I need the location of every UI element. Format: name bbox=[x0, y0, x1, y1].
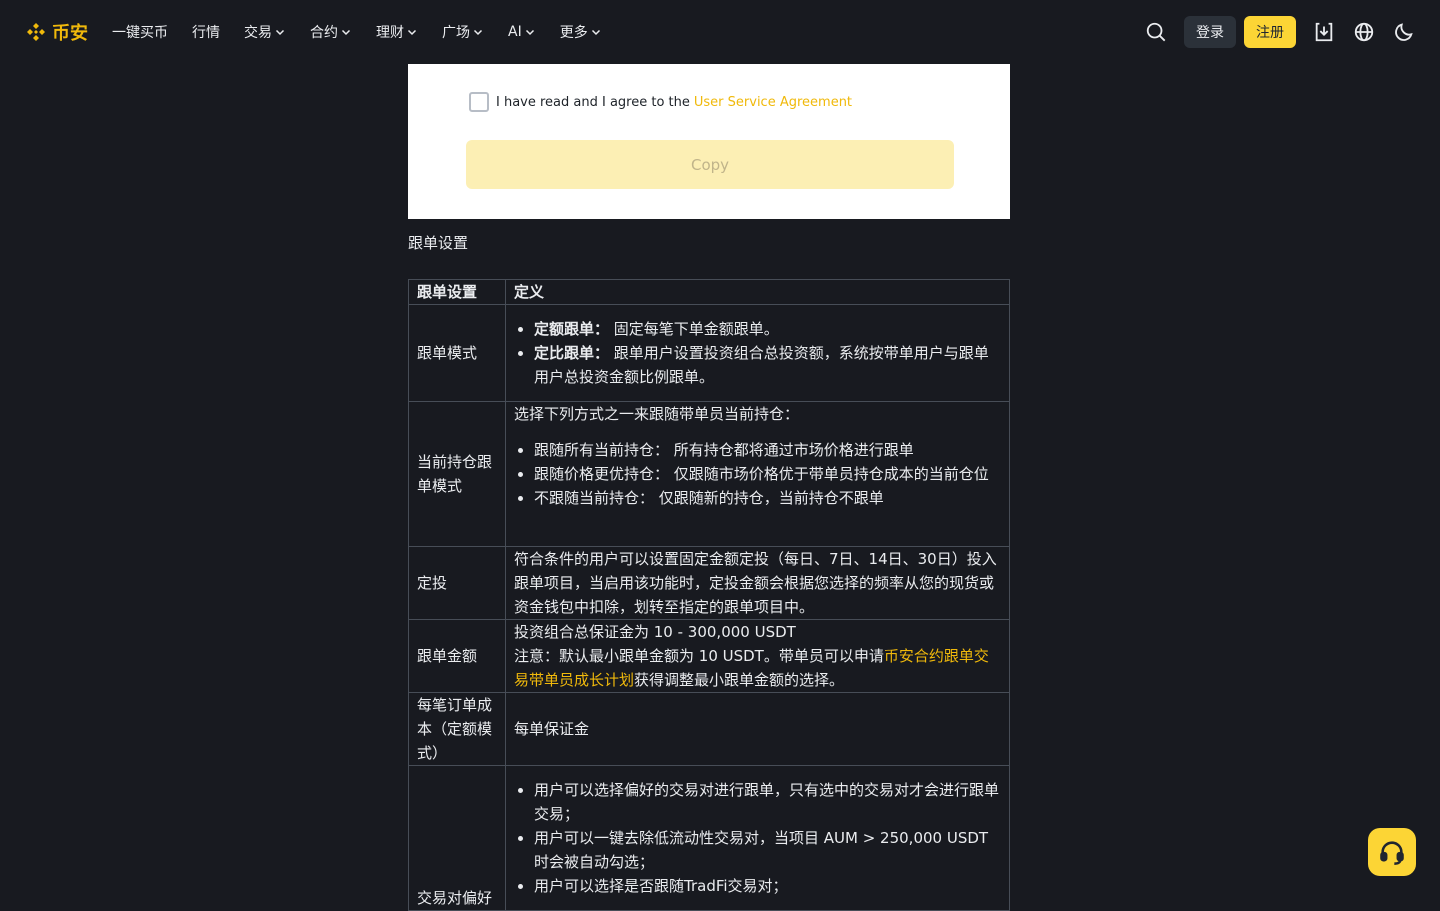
top-nav: 币安 一键买币 行情 交易 合约 理财 广场 AI 更多 登录 注册 bbox=[0, 0, 1440, 64]
table-row: 每笔订单成本（定额模式） 每单保证金 bbox=[408, 692, 1010, 766]
nav-item-5[interactable]: 广场 bbox=[442, 22, 484, 42]
nav-item-6[interactable]: AI bbox=[508, 24, 536, 40]
list-item: 用户可以选择是否跟随TradFi交易对； bbox=[534, 874, 1001, 898]
nav-item-label: 行情 bbox=[192, 25, 220, 41]
row-definition: 每单保证金 bbox=[505, 692, 1010, 766]
dark-mode-moon-icon[interactable] bbox=[1392, 20, 1416, 44]
chevron-down-icon bbox=[275, 29, 285, 36]
row-name: 跟单模式 bbox=[408, 304, 506, 402]
row-name: 每笔订单成本（定额模式） bbox=[408, 692, 506, 766]
row-definition: 选择下列方式之一来跟随带单员当前持仓： 跟随所有当前持仓： 所有持仓都将通过市场… bbox=[505, 401, 1010, 547]
list-item: 定比跟单： 跟单用户设置投资组合总投资额，系统按带单用户与跟单用户总投资金额比例… bbox=[534, 341, 1001, 389]
list-item: 不跟随当前持仓： 仅跟随新的持仓，当前持仓不跟单 bbox=[534, 486, 1001, 510]
row-name: 当前持仓跟单模式 bbox=[408, 401, 506, 547]
header-definition: 定义 bbox=[505, 279, 1010, 305]
nav-item-label: 合约 bbox=[310, 25, 338, 41]
row-intro: 选择下列方式之一来跟随带单员当前持仓： bbox=[514, 405, 800, 423]
nav-item-2[interactable]: 交易 bbox=[244, 22, 286, 42]
table-row: 跟单金额 投资组合总保证金为 10 - 300,000 USDT 注意：默认最小… bbox=[408, 619, 1010, 693]
row-definition: 符合条件的用户可以设置固定金额定投（每日、7日、14日、30日）投入跟单项目，当… bbox=[505, 546, 1010, 620]
list-item: 定额跟单： 固定每笔下单金额跟单。 bbox=[534, 317, 1001, 341]
table-header-row: 跟单设置 定义 bbox=[408, 279, 1010, 305]
nav-item-3[interactable]: 合约 bbox=[310, 22, 352, 42]
chevron-down-icon bbox=[473, 29, 483, 36]
table-row: 定投 符合条件的用户可以设置固定金额定投（每日、7日、14日、30日）投入跟单项… bbox=[408, 546, 1010, 620]
nav-item-label: AI bbox=[508, 24, 522, 40]
list-item: 用户可以一键去除低流动性交易对，当项目 AUM > 250,000 USDT 时… bbox=[534, 826, 1001, 874]
article-content: I have read and I agree to the User Serv… bbox=[408, 64, 1010, 911]
table-row: 跟单模式 定额跟单： 固定每笔下单金额跟单。 定比跟单： 跟单用户设置投资组合总… bbox=[408, 304, 1010, 402]
chevron-down-icon bbox=[591, 29, 600, 36]
row-definition: 定额跟单： 固定每笔下单金额跟单。 定比跟单： 跟单用户设置投资组合总投资额，系… bbox=[505, 304, 1010, 402]
register-button[interactable]: 注册 bbox=[1244, 16, 1296, 48]
amount-range: 投资组合总保证金为 10 - 300,000 USDT bbox=[514, 623, 796, 641]
nav-item-label: 理财 bbox=[376, 25, 404, 41]
row-name: 跟单金额 bbox=[408, 619, 506, 693]
binance-logo-icon bbox=[27, 23, 45, 41]
nav-item-1[interactable]: 行情 bbox=[192, 22, 220, 42]
header-setting: 跟单设置 bbox=[408, 279, 506, 305]
user-service-agreement-link[interactable]: User Service Agreement bbox=[694, 95, 852, 110]
row-definition: 投资组合总保证金为 10 - 300,000 USDT 注意：默认最小跟单金额为… bbox=[505, 619, 1010, 693]
agreement-row: I have read and I agree to the User Serv… bbox=[469, 92, 852, 112]
nav-item-label: 交易 bbox=[244, 25, 272, 41]
row-definition: 用户可以选择偏好的交易对进行跟单，只有选中的交易对才会进行跟单交易； 用户可以一… bbox=[505, 765, 1010, 911]
main-menu: 一键买币 行情 交易 合约 理财 广场 AI 更多 bbox=[112, 0, 626, 64]
headset-icon bbox=[1380, 841, 1404, 865]
list-item: 用户可以选择偏好的交易对进行跟单，只有选中的交易对才会进行跟单交易； bbox=[534, 778, 1001, 826]
agree-checkbox[interactable] bbox=[469, 92, 489, 112]
nav-item-label: 更多 bbox=[559, 25, 588, 41]
nav-actions: 登录 注册 bbox=[1144, 0, 1416, 64]
agree-text: I have read and I agree to the bbox=[496, 94, 690, 110]
search-icon[interactable] bbox=[1144, 20, 1168, 44]
copy-button[interactable]: Copy bbox=[466, 140, 954, 189]
nav-item-4[interactable]: 理财 bbox=[376, 22, 418, 42]
row-name: 定投 bbox=[408, 546, 506, 620]
nav-item-7[interactable]: 更多 bbox=[560, 22, 602, 42]
chevron-down-icon bbox=[407, 29, 417, 36]
nav-item-label: 一键买币 bbox=[112, 25, 168, 41]
row-name: 交易对偏好 bbox=[408, 765, 506, 911]
chevron-down-icon bbox=[525, 29, 534, 36]
table-row: 当前持仓跟单模式 选择下列方式之一来跟随带单员当前持仓： 跟随所有当前持仓： 所… bbox=[408, 401, 1010, 547]
list-item: 跟随所有当前持仓： 所有持仓都将通过市场价格进行跟单 bbox=[534, 438, 1001, 462]
table-row: 交易对偏好 用户可以选择偏好的交易对进行跟单，只有选中的交易对才会进行跟单交易；… bbox=[408, 765, 1010, 911]
nav-item-0[interactable]: 一键买币 bbox=[112, 22, 168, 42]
login-button[interactable]: 登录 bbox=[1184, 16, 1236, 48]
copy-settings-table: 跟单设置 定义 跟单模式 定额跟单： 固定每笔下单金额跟单。 定比跟单： 跟单用… bbox=[408, 279, 1010, 911]
embedded-screenshot: I have read and I agree to the User Serv… bbox=[408, 64, 1010, 219]
list-item: 跟随价格更优持仓： 仅跟随市场价格优于带单员持仓成本的当前仓位 bbox=[534, 462, 1001, 486]
logo[interactable]: 币安 bbox=[24, 19, 88, 45]
section-title: 跟单设置 bbox=[408, 234, 469, 252]
chevron-down-icon bbox=[341, 29, 351, 36]
nav-item-label: 广场 bbox=[442, 25, 470, 41]
download-icon[interactable] bbox=[1312, 20, 1336, 44]
logo-text: 币安 bbox=[52, 23, 88, 44]
globe-icon[interactable] bbox=[1352, 20, 1376, 44]
customer-support-button[interactable] bbox=[1368, 828, 1416, 876]
amount-note: 注意：默认最小跟单金额为 10 USDT。带单员可以申请币安合约跟单交易带单员成… bbox=[514, 647, 989, 689]
